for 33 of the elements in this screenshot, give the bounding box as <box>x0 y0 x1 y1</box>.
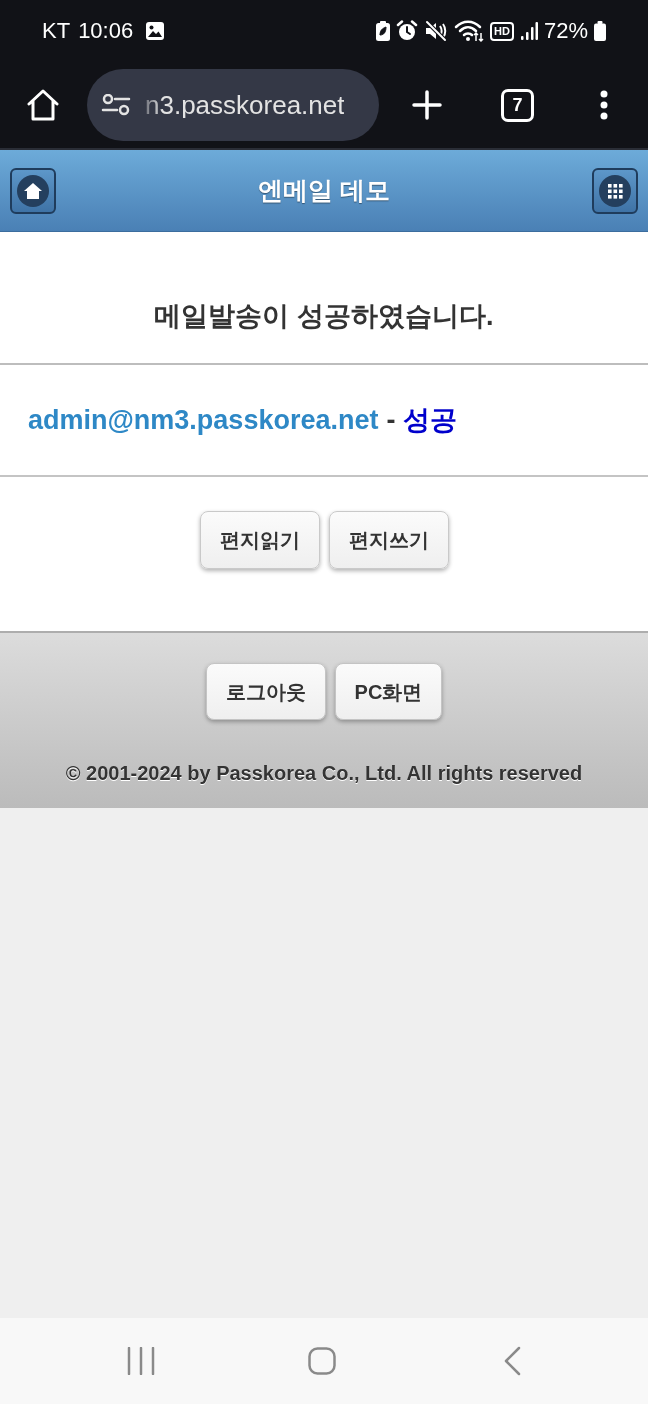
status-text: 성공 <box>403 403 458 437</box>
alarm-icon <box>396 20 419 42</box>
success-heading: 메일발송이 성공하였습니다. <box>154 299 494 333</box>
carrier-text: KT <box>42 20 71 42</box>
signal-icon <box>519 21 538 41</box>
action-button[interactable]: 편지읽기 <box>199 511 320 569</box>
mute-icon <box>424 20 449 42</box>
recents-icon[interactable] <box>127 1347 155 1375</box>
battery-percent-text: 72% <box>543 20 588 42</box>
header-title: 엔메일 데모 <box>258 174 390 206</box>
action-button[interactable]: 편지쓰기 <box>328 511 449 569</box>
footer-button[interactable]: PC화면 <box>334 663 443 720</box>
back-icon[interactable] <box>503 1346 521 1376</box>
menu-button[interactable] <box>592 167 638 214</box>
clock-text: 10:06 <box>78 20 134 42</box>
wifi-icon <box>454 19 485 43</box>
battery-leaf-icon <box>376 21 391 41</box>
image-icon <box>145 21 166 41</box>
home-button[interactable] <box>10 167 56 214</box>
tune-icon[interactable] <box>101 94 131 116</box>
footer-button[interactable]: 로그아웃 <box>205 663 326 720</box>
copyright-text: © 2001-2024 by Passkorea Co., Ltd. All rights reserved <box>65 761 583 786</box>
grid-icon <box>599 174 631 207</box>
plus-icon[interactable] <box>412 90 442 120</box>
address-bar[interactable]: n3.passkorea.net <box>87 69 379 141</box>
battery-icon <box>594 21 606 41</box>
separator-text: - <box>386 403 396 437</box>
url-text: n3.passkorea.net <box>145 92 345 118</box>
recipient-address-link[interactable]: admin@nm3.passkorea.net <box>28 399 379 441</box>
tab-count-button[interactable]: 7 <box>501 88 534 122</box>
home-icon <box>17 174 49 207</box>
more-icon[interactable] <box>599 90 609 120</box>
network-badge: HD <box>490 21 514 41</box>
